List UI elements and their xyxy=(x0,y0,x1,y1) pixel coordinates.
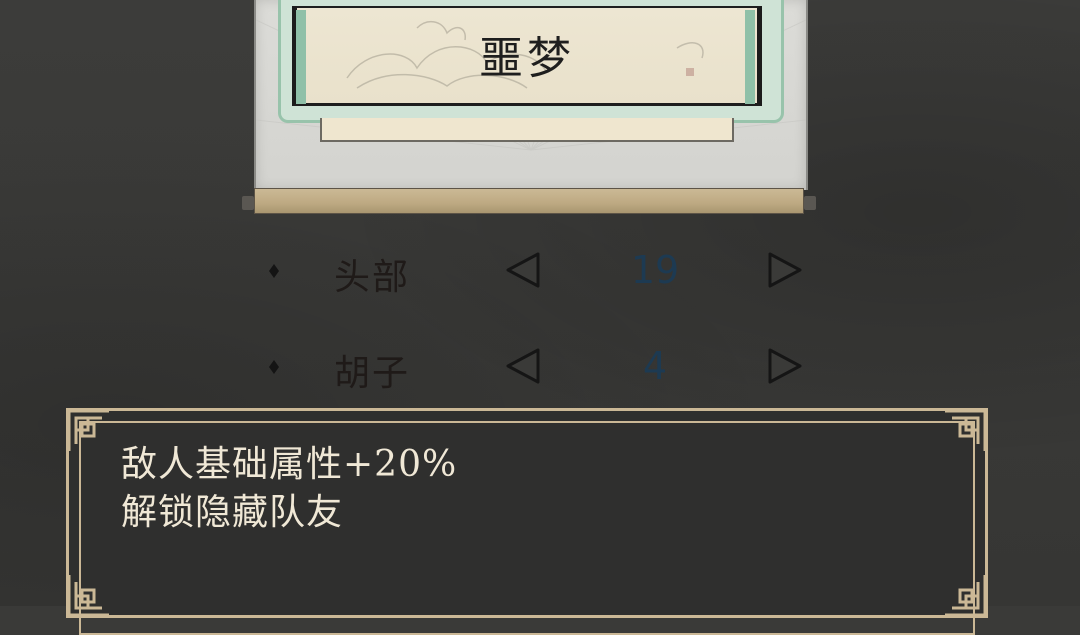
info-panel: 敌人基础属性+20% 解锁隐藏队友 xyxy=(66,408,988,635)
rod-cap-left xyxy=(242,196,254,210)
corner-ornament-icon xyxy=(67,575,109,617)
option-value-beard: 4 xyxy=(642,344,668,388)
option-label-head: 头部 xyxy=(334,257,411,298)
head-next-button[interactable] xyxy=(766,250,806,290)
corner-ornament-icon xyxy=(945,409,987,451)
head-prev-button[interactable] xyxy=(502,250,542,290)
option-row-beard: 胡子 4 xyxy=(260,338,820,398)
triangle-left-icon xyxy=(506,252,540,288)
difficulty-title: 噩梦 xyxy=(479,33,575,84)
option-value-head: 19 xyxy=(630,248,680,292)
diamond-icon xyxy=(269,360,279,374)
corner-ornament-icon xyxy=(67,409,109,451)
info-line-enemy-stats: 敌人基础属性+20% xyxy=(121,444,458,485)
option-label-beard: 胡子 xyxy=(334,353,411,394)
beard-prev-button[interactable] xyxy=(502,346,542,386)
triangle-right-icon xyxy=(768,348,802,384)
info-line-unlock-teammate: 解锁隐藏队友 xyxy=(121,492,344,533)
corner-ornament-icon xyxy=(945,575,987,617)
scroll-rod xyxy=(242,186,816,214)
triangle-right-icon xyxy=(768,252,802,288)
rod-bar xyxy=(254,188,804,214)
beard-next-button[interactable] xyxy=(766,346,806,386)
option-row-head: 头部 19 xyxy=(260,242,820,302)
diamond-icon xyxy=(269,264,279,278)
sub-plaque xyxy=(320,118,734,142)
rod-cap-right xyxy=(804,196,816,210)
triangle-left-icon xyxy=(506,348,540,384)
